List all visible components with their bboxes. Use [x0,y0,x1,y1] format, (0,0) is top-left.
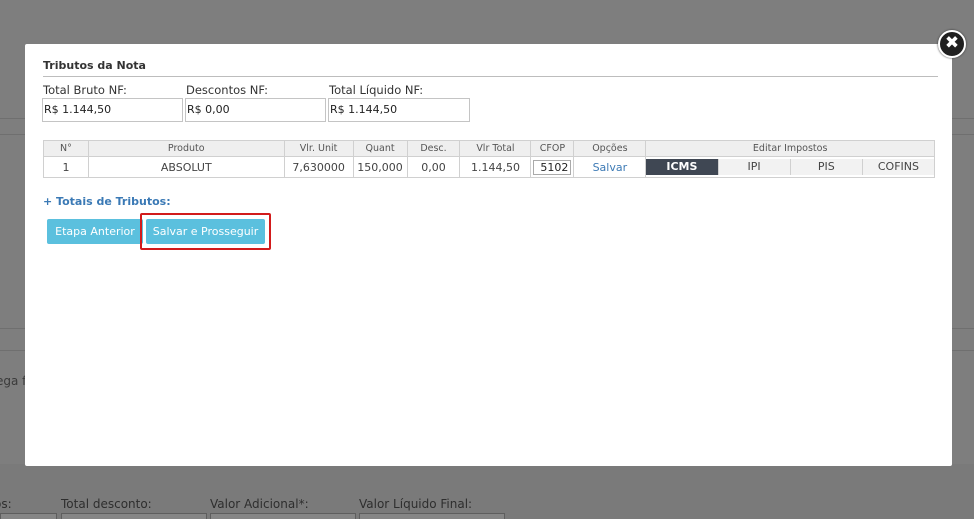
table-row: 1 ABSOLUT 7,630000 150,000 0,00 1.144,50… [43,156,935,178]
highlight-box [140,213,271,250]
background-input [359,513,505,519]
col-header-num: N° [43,140,89,157]
background-footer: os: Total desconto: Valor Adicional*: Va… [0,464,974,519]
table-header-row: N° Produto Vlr. Unit Quant Desc. Vlr Tot… [43,140,935,157]
cell-cfop [530,156,575,178]
background-input [210,513,356,519]
descontos-label: Descontos NF: [186,83,268,97]
section-title: Tributos da Nota [43,59,146,72]
col-header-desc: Desc. [406,140,461,157]
salvar-link[interactable]: Salvar [593,161,628,174]
cell-vlr-unit: 7,630000 [283,156,354,178]
title-divider [43,76,938,77]
cell-vlr-total: 1.144,50 [459,156,532,178]
tab-cofins[interactable]: COFINS [862,159,935,175]
tab-pis[interactable]: PIS [790,159,863,175]
col-header-quant: Quant [352,140,408,157]
etapa-anterior-button[interactable]: Etapa Anterior [47,219,143,244]
cell-desc: 0,00 [406,156,461,178]
close-icon[interactable]: ✖ [938,30,966,58]
background-label: Valor Adicional*: [210,497,309,511]
cell-num: 1 [43,156,89,178]
total-liquido-label: Total Líquido NF: [329,83,424,97]
col-header-editar-impostos: Editar Impostos [645,140,935,157]
col-header-produto: Produto [87,140,285,157]
cell-quant: 150,000 [352,156,408,178]
total-liquido-field[interactable]: R$ 1.144,50 [328,98,470,122]
cell-editar-impostos: ICMS IPI PIS COFINS [645,156,935,178]
background-label: os: [0,497,12,511]
cell-produto: ABSOLUT [87,156,285,178]
descontos-field[interactable]: R$ 0,00 [185,98,326,122]
col-header-opcoes: Opções [573,140,647,157]
col-header-cfop: CFOP [530,140,575,157]
tributos-modal: Tributos da Nota Total Bruto NF: R$ 1.14… [25,44,952,466]
tab-ipi[interactable]: IPI [718,159,791,175]
total-bruto-field[interactable]: R$ 1.144,50 [42,98,183,122]
col-header-vlr-total: Vlr Total [459,140,532,157]
background-label: Total desconto: [61,497,152,511]
items-table: N° Produto Vlr. Unit Quant Desc. Vlr Tot… [43,140,935,178]
tab-icms[interactable]: ICMS [646,159,719,175]
background-input [0,513,57,519]
tax-tabs: ICMS IPI PIS COFINS [646,159,935,175]
background-input [61,513,207,519]
col-header-vlr-unit: Vlr. Unit [283,140,354,157]
cfop-input[interactable] [533,159,572,175]
total-bruto-label: Total Bruto NF: [43,83,127,97]
background-label: Valor Líquido Final: [359,497,473,511]
totais-tributos-link[interactable]: + Totais de Tributos: [43,195,171,208]
cell-opcoes: Salvar [573,156,647,178]
